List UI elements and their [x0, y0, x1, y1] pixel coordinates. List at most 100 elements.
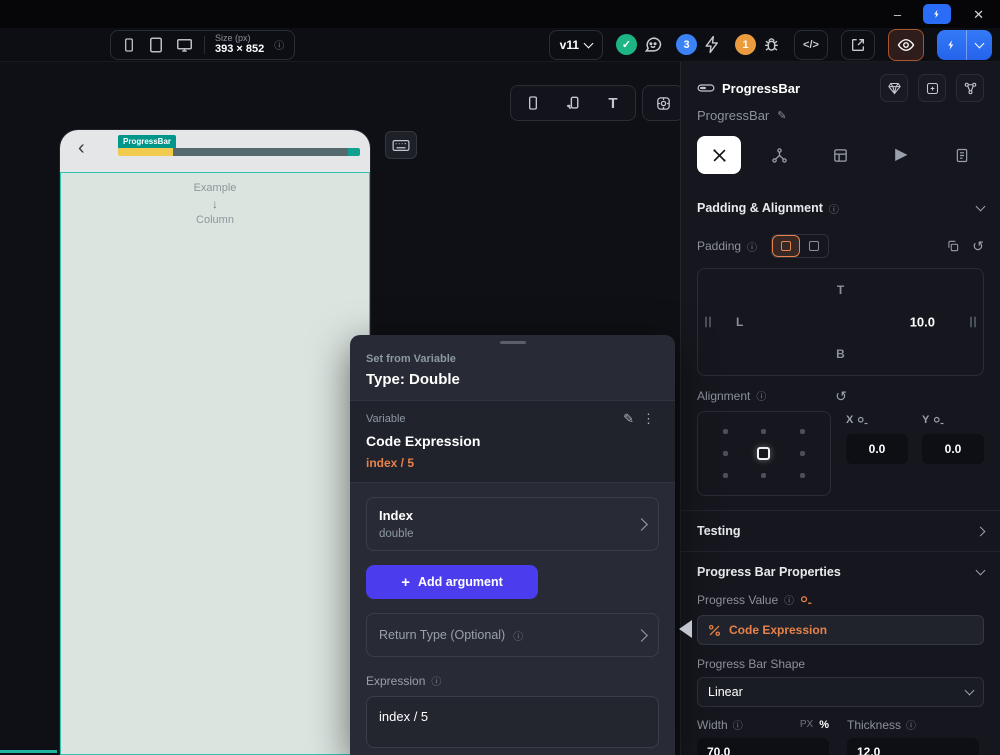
version-dropdown[interactable]: v11	[549, 30, 603, 60]
saved-status-badge[interactable]: ✓	[616, 34, 637, 55]
preview-eye-button[interactable]	[888, 29, 924, 61]
progress-bar-widget[interactable]	[118, 148, 360, 156]
view-code-button[interactable]: </>	[794, 30, 828, 60]
external-link-icon	[850, 37, 866, 53]
keyboard-shortcuts-button[interactable]	[385, 131, 417, 159]
open-external-button[interactable]	[841, 30, 875, 60]
expression-label-row: Expression ⓘ	[366, 673, 659, 688]
edit-variable-icon[interactable]: ✎	[619, 411, 638, 427]
padding-alignment-section-header[interactable]: Padding & Alignment ⓘ	[697, 196, 984, 220]
text-scale-icon[interactable]: T	[595, 89, 631, 117]
alignment-dot[interactable]	[761, 429, 766, 434]
close-button[interactable]: ✕	[973, 8, 984, 21]
warnings-pair: 1	[735, 34, 781, 55]
padding-drag-handle-left[interactable]	[705, 317, 711, 328]
deploy-menu[interactable]	[967, 30, 992, 60]
width-input[interactable]: 70.0	[697, 738, 829, 755]
alignment-grid	[697, 411, 831, 496]
actions-bolt-icon[interactable]	[703, 35, 722, 54]
alignment-dot[interactable]	[761, 473, 766, 478]
minimize-button[interactable]: –	[894, 8, 901, 21]
alignment-dot[interactable]	[800, 473, 805, 478]
padding-top-handle[interactable]: T	[837, 283, 844, 297]
tab-properties[interactable]	[697, 136, 741, 174]
reset-padding-icon[interactable]: ↺	[972, 239, 984, 253]
preview-phone-icon[interactable]	[515, 89, 551, 117]
width-thickness-labels: Width ⓘ PX % Thickness ⓘ	[697, 717, 984, 732]
padding-left-handle[interactable]: L	[736, 315, 743, 329]
alignment-controls-row: Alignment ⓘ ↺	[697, 388, 847, 403]
tab-widget-tree[interactable]	[758, 136, 802, 174]
testing-section-header[interactable]: Testing	[697, 511, 984, 551]
selected-column-widget[interactable]: Example ↓ Column	[60, 172, 370, 755]
padding-right-value[interactable]: 10.0	[910, 315, 935, 330]
reset-alignment-icon[interactable]: ↺	[835, 389, 847, 403]
deploy-split-button[interactable]	[937, 30, 992, 60]
desktop-device-icon[interactable]	[175, 36, 194, 54]
rename-pencil-icon[interactable]: ✎	[777, 109, 786, 122]
phone-device-icon[interactable]	[121, 36, 137, 54]
alignment-dot[interactable]	[723, 473, 728, 478]
tab-logs[interactable]	[940, 136, 984, 174]
tree-icon	[771, 147, 788, 164]
widget-rename-row[interactable]: ProgressBar ✎	[697, 104, 984, 126]
add-argument-button[interactable]: + Add argument	[366, 565, 538, 599]
tablet-device-icon[interactable]	[147, 36, 165, 54]
unit-percent-toggle[interactable]: %	[819, 719, 829, 731]
x-label: X	[846, 414, 853, 426]
canvas-size-readout: Size (px) 393 × 852	[215, 33, 264, 56]
set-from-variable-icon[interactable]	[800, 595, 813, 605]
align-y-input[interactable]: 0.0	[922, 434, 984, 464]
progressbar-properties-header[interactable]: Progress Bar Properties	[697, 560, 984, 584]
tab-run[interactable]: ▶	[879, 136, 923, 174]
progress-value-field[interactable]: Code Expression	[697, 615, 984, 645]
argument-row-index[interactable]: Index double	[366, 497, 659, 551]
deploy-action[interactable]	[937, 30, 966, 60]
section-title: Testing	[697, 524, 741, 538]
unit-px-toggle[interactable]: PX	[800, 719, 813, 730]
alignment-center-selected[interactable]	[757, 447, 770, 460]
app-preview-frame[interactable]: ‹ ProgressBar Example ↓ Column	[60, 130, 370, 755]
variable-label: Variable	[366, 413, 406, 425]
padding-drag-handle-right[interactable]	[970, 317, 976, 328]
shape-dropdown[interactable]: Linear	[697, 677, 984, 707]
tab-data[interactable]	[819, 136, 863, 174]
issues-count-badge[interactable]: 3	[676, 34, 697, 55]
variable-menu-icon[interactable]: ⋮	[638, 411, 659, 427]
info-icon: ⓘ	[829, 201, 839, 216]
comments-icon[interactable]	[643, 35, 663, 55]
align-y-column: Y 0.0	[922, 414, 984, 496]
expression-input[interactable]: index / 5	[366, 696, 659, 748]
align-x-input[interactable]: 0.0	[846, 434, 908, 464]
alignment-dot[interactable]	[723, 451, 728, 456]
back-chevron-icon[interactable]: ‹	[78, 138, 85, 158]
add-component-icon[interactable]	[918, 74, 946, 102]
rotate-device-icon[interactable]	[555, 89, 591, 117]
gem-icon[interactable]	[880, 74, 908, 102]
padding-bottom-handle[interactable]: B	[836, 347, 845, 361]
play-icon: ▶	[895, 147, 907, 163]
thickness-input[interactable]: 12.0	[847, 738, 979, 755]
padding-individual-toggle[interactable]	[800, 235, 828, 257]
padding-all-sides-toggle[interactable]	[772, 235, 800, 257]
padding-editor-box[interactable]: T L B 10.0	[697, 268, 984, 376]
copy-icon[interactable]	[946, 239, 960, 253]
status-pair: ✓	[616, 34, 663, 55]
bug-icon[interactable]	[762, 35, 781, 54]
chevron-down-icon	[976, 202, 986, 212]
column-label: Column	[196, 214, 234, 226]
divider	[204, 36, 205, 54]
canvas-display-settings-icon[interactable]	[642, 85, 684, 121]
size-label: Size (px)	[215, 33, 264, 43]
variable-summary-section: Variable ✎ ⋮ Code Expression index / 5	[350, 400, 675, 483]
alignment-dot[interactable]	[800, 429, 805, 434]
automations-icon[interactable]	[956, 74, 984, 102]
expression-label: Expression	[366, 674, 425, 688]
lightning-icon	[932, 8, 942, 20]
titlebar-deploy-button[interactable]	[923, 4, 951, 24]
return-type-field[interactable]: Return Type (Optional) ⓘ	[366, 613, 659, 657]
alignment-dot[interactable]	[800, 451, 805, 456]
alignment-dot[interactable]	[723, 429, 728, 434]
chevron-down-icon	[965, 686, 975, 696]
warnings-count-badge[interactable]: 1	[735, 34, 756, 55]
